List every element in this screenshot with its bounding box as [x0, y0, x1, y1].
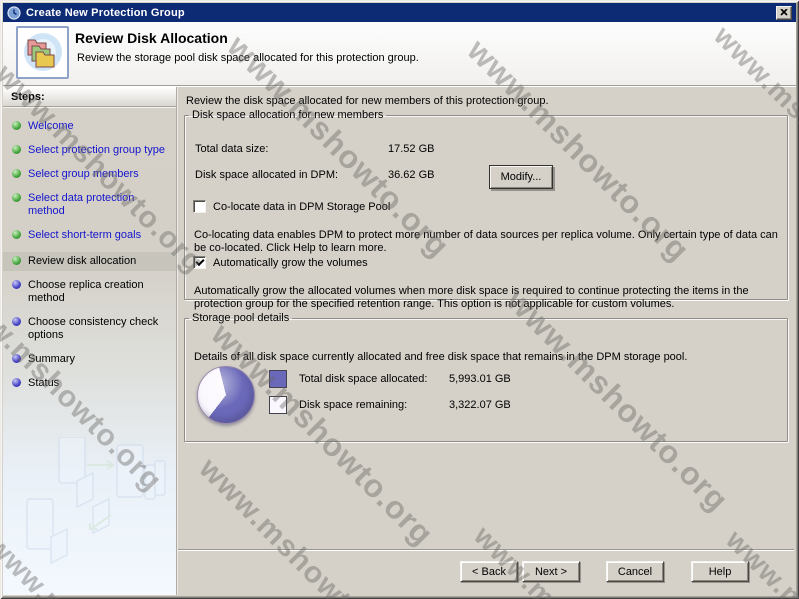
disk-space-allocation-group: Disk space allocation for new members To…	[184, 109, 788, 300]
colocate-description: Co-locating data enables DPM to protect …	[194, 229, 784, 255]
colocate-checkbox	[193, 200, 206, 213]
allocation-row-value: 17.52 GB	[388, 143, 434, 155]
step-bullet-icon	[12, 256, 21, 265]
steps-list: Welcome Select protection group type Selec…	[3, 119, 176, 391]
colocate-label: Co-locate data in DPM Storage Pool	[213, 201, 390, 213]
close-icon	[780, 9, 788, 16]
allocation-row: Disk space allocated in DPM:36.62 GB	[195, 169, 434, 181]
step-label: Welcome	[28, 120, 74, 132]
sidebar-step-status: Status	[3, 376, 176, 391]
sidebar-step-select-protection-group-type[interactable]: Select protection group type	[3, 143, 176, 158]
storage-pool-pie-chart	[197, 366, 255, 424]
legend-label: Total disk space allocated:	[299, 373, 449, 385]
sidebar-step-review-disk-allocation: Review disk allocation	[3, 252, 176, 271]
page-subtitle: Review the storage pool disk space alloc…	[77, 52, 419, 64]
next-button[interactable]: Next >	[522, 561, 580, 582]
step-bullet-icon	[12, 230, 21, 239]
legend-value: 3,322.07 GB	[449, 399, 511, 411]
protection-group-icon	[16, 26, 69, 79]
legend-swatch	[269, 396, 287, 414]
autogrow-checkbox	[193, 256, 206, 269]
sidebar-step-choose-consistency-check-options: Choose consistency check options	[3, 315, 176, 343]
legend-swatch	[269, 370, 287, 388]
step-bullet-icon	[12, 121, 21, 130]
storage-pool-details-group: Storage pool details Details of all disk…	[184, 312, 788, 442]
allocation-row-value: 36.62 GB	[388, 169, 434, 181]
autogrow-label: Automatically grow the volumes	[213, 257, 368, 269]
close-button[interactable]	[776, 6, 792, 20]
step-bullet-icon	[12, 378, 21, 387]
step-label: Choose consistency check options	[28, 316, 158, 341]
allocation-row-label: Total data size:	[195, 143, 388, 155]
allocation-row-label: Disk space allocated in DPM:	[195, 169, 388, 181]
autogrow-description: Automatically grow the allocated volumes…	[194, 285, 784, 311]
create-new-protection-group-dialog: Create New Protection Group Review Disk …	[0, 0, 799, 599]
step-label: Select group members	[28, 168, 139, 180]
step-bullet-icon	[12, 317, 21, 326]
allocation-row: Total data size:17.52 GB	[195, 143, 434, 155]
step-bullet-icon	[12, 280, 21, 289]
storage-pool-legend: Storage pool details	[189, 312, 292, 324]
colocate-checkbox-row[interactable]: Co-locate data in DPM Storage Pool	[193, 200, 390, 213]
help-button[interactable]: Help	[691, 561, 749, 582]
servers-watermark-art	[7, 437, 171, 587]
page-title: Review Disk Allocation	[75, 30, 228, 46]
intro-text: Review the disk space allocated for new …	[186, 95, 549, 107]
pie-legend: Total disk space allocated:5,993.01 GB Di…	[269, 370, 511, 422]
wizard-header: Review Disk Allocation Review the storag…	[3, 22, 796, 86]
step-label: Select protection group type	[28, 144, 165, 156]
sidebar-step-select-data-protection-method[interactable]: Select data protection method	[3, 191, 176, 219]
step-bullet-icon	[12, 169, 21, 178]
autogrow-checkbox-row[interactable]: Automatically grow the volumes	[193, 256, 368, 269]
steps-sidebar: Steps: Welcome Select protection group ty…	[3, 87, 177, 595]
footer-divider	[178, 549, 794, 551]
steps-heading: Steps:	[3, 87, 176, 107]
sidebar-step-choose-replica-creation-method: Choose replica creation method	[3, 278, 176, 306]
pie-legend-row: Total disk space allocated:5,993.01 GB	[269, 370, 511, 388]
window-title: Create New Protection Group	[26, 7, 776, 19]
step-label: Select short-term goals	[28, 229, 141, 241]
step-bullet-icon	[12, 193, 21, 202]
titlebar[interactable]: Create New Protection Group	[3, 3, 796, 22]
modify-button[interactable]: Modify...	[489, 165, 553, 189]
sidebar-step-summary: Summary	[3, 352, 176, 367]
step-label: Summary	[28, 353, 75, 365]
allocation-group-legend: Disk space allocation for new members	[189, 109, 386, 121]
step-label: Review disk allocation	[28, 255, 136, 267]
step-label: Select data protection method	[28, 192, 134, 217]
step-bullet-icon	[12, 354, 21, 363]
step-label: Choose replica creation method	[28, 279, 144, 304]
legend-value: 5,993.01 GB	[449, 373, 511, 385]
step-label: Status	[28, 377, 59, 389]
cancel-button[interactable]: Cancel	[606, 561, 664, 582]
sidebar-step-select-short-term-goals[interactable]: Select short-term goals	[3, 228, 176, 243]
app-clock-icon	[7, 6, 21, 20]
sidebar-step-select-group-members[interactable]: Select group members	[3, 167, 176, 182]
step-bullet-icon	[12, 145, 21, 154]
sidebar-step-welcome[interactable]: Welcome	[3, 119, 176, 134]
pie-legend-row: Disk space remaining:3,322.07 GB	[269, 396, 511, 414]
back-button[interactable]: < Back	[460, 561, 518, 582]
storage-pool-description: Details of all disk space currently allo…	[194, 351, 786, 363]
main-content: Review the disk space allocated for new …	[180, 88, 792, 549]
legend-label: Disk space remaining:	[299, 399, 449, 411]
